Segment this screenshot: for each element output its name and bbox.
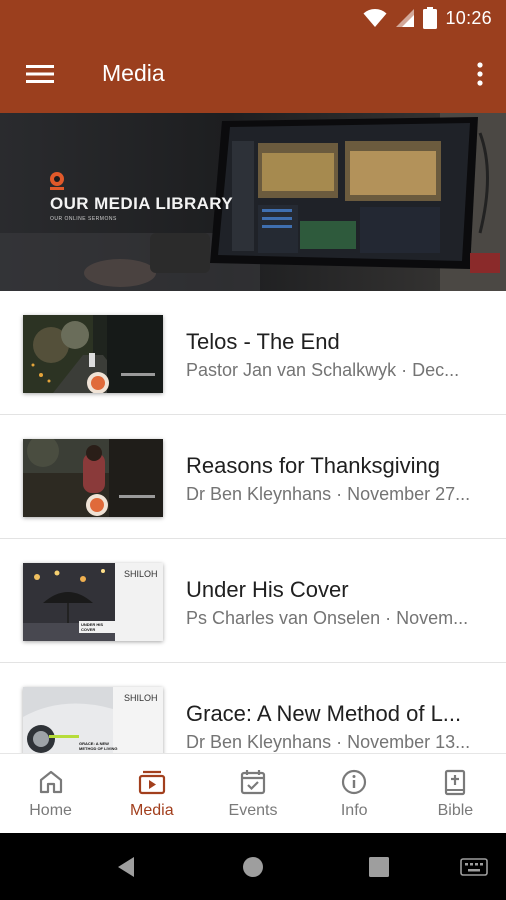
item-title: Reasons for Thanksgiving bbox=[186, 453, 440, 478]
back-button[interactable] bbox=[110, 851, 142, 883]
calendar-check-icon bbox=[240, 770, 266, 795]
thumbnail-brand: SHILOH bbox=[124, 569, 158, 579]
nav-home-label: Home bbox=[29, 802, 72, 819]
nav-events-label: Events bbox=[228, 802, 278, 819]
item-title: Grace: A New Method of L... bbox=[186, 701, 462, 726]
media-list: Telos - The End Pastor Jan van Schalkwyk… bbox=[0, 291, 506, 753]
battery-icon bbox=[423, 7, 438, 29]
nav-media[interactable]: Media bbox=[101, 754, 202, 833]
sermon-thumbnail: SHILOH GRACE: A NEW METHOD OF LIVING bbox=[23, 687, 163, 753]
nav-home[interactable]: Home bbox=[0, 754, 101, 833]
back-icon bbox=[118, 857, 134, 877]
signal-icon bbox=[396, 9, 415, 27]
item-subtitle: Dr Ben Kleynhans · November 27... bbox=[186, 484, 471, 504]
nav-events[interactable]: Events bbox=[202, 754, 303, 833]
square-recents-icon bbox=[369, 857, 389, 877]
keyboard-button[interactable] bbox=[458, 851, 490, 883]
home-system-button[interactable] bbox=[237, 851, 269, 883]
thumbnail-brand: SHILOH bbox=[124, 693, 158, 703]
list-item[interactable]: SHILOH GRACE: A NEW METHOD OF LIVING Gra… bbox=[0, 663, 506, 753]
sermon-thumbnail bbox=[23, 315, 163, 393]
thumbnail-caption: GRACE: A NEW METHOD OF LIVING bbox=[79, 741, 118, 751]
status-bar: 10:26 bbox=[0, 0, 506, 36]
info-icon bbox=[342, 769, 367, 795]
home-icon bbox=[39, 770, 62, 794]
banner-subtitle: OUR ONLINE SERMONS bbox=[50, 216, 117, 222]
list-item[interactable]: Reasons for Thanksgiving Dr Ben Kleynhan… bbox=[0, 415, 506, 539]
menu-button[interactable] bbox=[20, 56, 60, 92]
page-title: Media bbox=[102, 60, 165, 86]
item-subtitle: Dr Ben Kleynhans · November 13... bbox=[186, 732, 471, 752]
media-icon bbox=[138, 770, 165, 795]
circle-home-icon bbox=[243, 857, 263, 877]
sermon-thumbnail: SHILOH UNDER HIS COVER bbox=[23, 563, 163, 641]
nav-bible-label: Bible bbox=[437, 802, 474, 819]
keyboard-icon bbox=[460, 858, 488, 876]
item-subtitle: Ps Charles van Onselen · Novem... bbox=[186, 608, 469, 628]
nav-bible[interactable]: Bible bbox=[405, 754, 506, 833]
list-item[interactable]: SHILOH UNDER HIS COVER Under His Cover P… bbox=[0, 539, 506, 663]
item-title: Telos - The End bbox=[186, 329, 340, 354]
overflow-menu-button[interactable] bbox=[468, 56, 492, 92]
sermon-thumbnail bbox=[23, 439, 163, 517]
recents-button[interactable] bbox=[363, 851, 395, 883]
bible-icon bbox=[445, 769, 466, 796]
nav-info[interactable]: Info bbox=[304, 754, 405, 833]
nav-media-label: Media bbox=[130, 802, 174, 819]
app-bar: Media bbox=[0, 36, 506, 113]
more-vert-icon bbox=[477, 62, 483, 86]
list-item[interactable]: Telos - The End Pastor Jan van Schalkwyk… bbox=[0, 291, 506, 415]
bottom-navigation: Home Media Events Info Bible bbox=[0, 753, 506, 833]
status-time: 10:26 bbox=[445, 7, 492, 28]
thumbnail-caption: UNDER HIS COVER bbox=[79, 621, 119, 633]
media-library-banner[interactable]: OUR MEDIA LIBRARY OUR ONLINE SERMONS bbox=[0, 113, 506, 291]
item-subtitle: Pastor Jan van Schalkwyk · Dec... bbox=[186, 360, 460, 380]
system-navigation-bar bbox=[0, 833, 506, 900]
wifi-icon bbox=[363, 9, 387, 27]
hamburger-menu-icon bbox=[26, 65, 54, 83]
banner-title: OUR MEDIA LIBRARY bbox=[50, 194, 234, 213]
item-title: Under His Cover bbox=[186, 577, 349, 602]
nav-info-label: Info bbox=[340, 802, 368, 819]
